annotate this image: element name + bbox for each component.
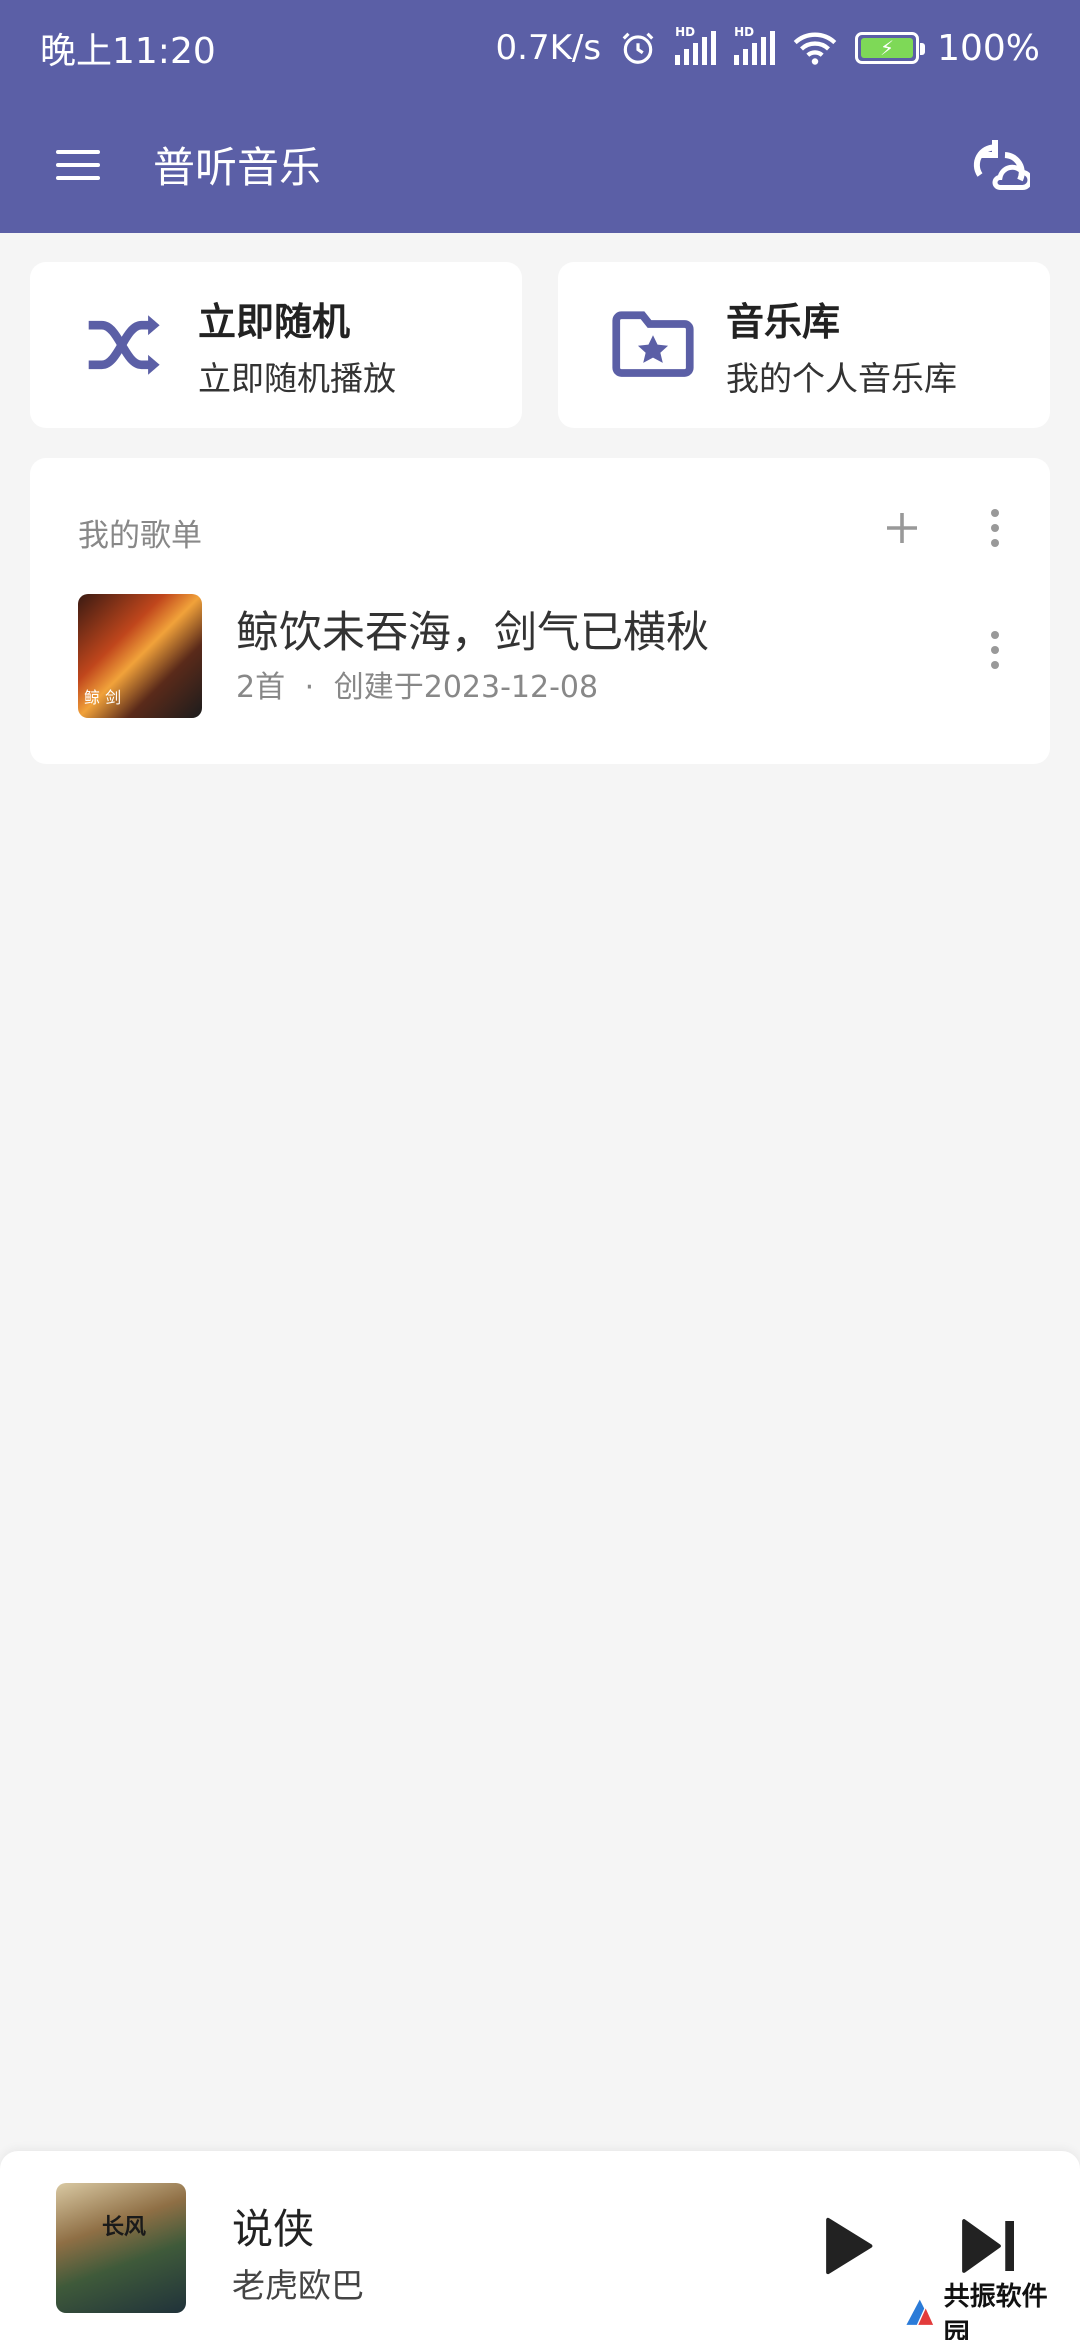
signal-icon: HD bbox=[675, 25, 717, 65]
playlist-cover: 鲸 剑 bbox=[78, 594, 202, 718]
library-subtitle: 我的个人音乐库 bbox=[726, 358, 957, 398]
playlists-card: 我的歌单 鲸 剑 鲸饮未吞海，剑气已横秋 2首 · 创建于2023-12-08 bbox=[30, 458, 1050, 764]
sync-button[interactable] bbox=[960, 125, 1040, 205]
playlist-cover-art: 鲸 剑 bbox=[84, 688, 122, 707]
more-vert-icon bbox=[991, 631, 999, 669]
app-bar: 普听音乐 bbox=[0, 96, 1080, 233]
shuffle-subtitle: 立即随机播放 bbox=[198, 358, 396, 398]
plus-icon bbox=[887, 513, 917, 543]
library-title: 音乐库 bbox=[726, 299, 841, 344]
now-playing-title: 说侠 bbox=[232, 2205, 314, 2253]
playlist-item-more-button[interactable] bbox=[970, 610, 1020, 690]
status-time: 晚上11:20 bbox=[40, 31, 216, 72]
status-bar: 晚上11:20 0.7K/s HD HD ⚡ 100% bbox=[0, 0, 1080, 96]
playlist-meta-separator: · bbox=[304, 670, 315, 705]
watermark-text: 共振软件园 bbox=[943, 2282, 1048, 2340]
play-button[interactable] bbox=[808, 2201, 888, 2291]
now-playing-cover: 长风 bbox=[56, 2183, 186, 2313]
now-playing-artist: 老虎欧巴 bbox=[232, 2266, 364, 2305]
skip-next-icon bbox=[962, 2219, 1014, 2273]
more-vert-icon bbox=[991, 509, 999, 547]
battery-level: 100% bbox=[937, 27, 1040, 69]
sync-icon bbox=[973, 139, 1030, 190]
shuffle-title: 立即随机 bbox=[198, 299, 351, 344]
playlist-count: 2首 bbox=[236, 670, 286, 705]
now-playing-cover-art: 长风 bbox=[102, 2214, 147, 2240]
library-card[interactable]: 音乐库 我的个人音乐库 bbox=[558, 262, 1050, 428]
playlists-more-button[interactable] bbox=[970, 498, 1020, 558]
playlist-meta: 2首 · 创建于2023-12-08 bbox=[236, 662, 598, 706]
signal-icon-2: HD bbox=[734, 25, 776, 65]
watermark-logo-icon bbox=[906, 2299, 934, 2325]
playlist-item[interactable]: 鲸 剑 鲸饮未吞海，剑气已横秋 2首 · 创建于2023-12-08 bbox=[30, 576, 1050, 726]
playlists-header: 我的歌单 bbox=[78, 518, 202, 554]
play-icon bbox=[826, 2217, 873, 2275]
watermark: 共振软件园 bbox=[902, 2282, 1072, 2340]
folder-star-icon bbox=[612, 311, 694, 377]
battery-icon: ⚡ bbox=[855, 32, 926, 64]
playlist-created: 创建于2023-12-08 bbox=[333, 670, 599, 705]
add-playlist-button[interactable] bbox=[872, 498, 932, 558]
alarm-icon bbox=[622, 32, 654, 64]
shuffle-icon bbox=[88, 315, 160, 375]
app-title: 普听音乐 bbox=[153, 143, 322, 192]
playlist-name: 鲸饮未吞海，剑气已横秋 bbox=[236, 608, 709, 658]
menu-button[interactable] bbox=[33, 120, 123, 210]
network-speed: 0.7K/s bbox=[495, 28, 602, 68]
menu-icon bbox=[56, 149, 100, 180]
wifi-icon bbox=[793, 32, 837, 65]
shuffle-card[interactable]: 立即随机 立即随机播放 bbox=[30, 262, 522, 428]
